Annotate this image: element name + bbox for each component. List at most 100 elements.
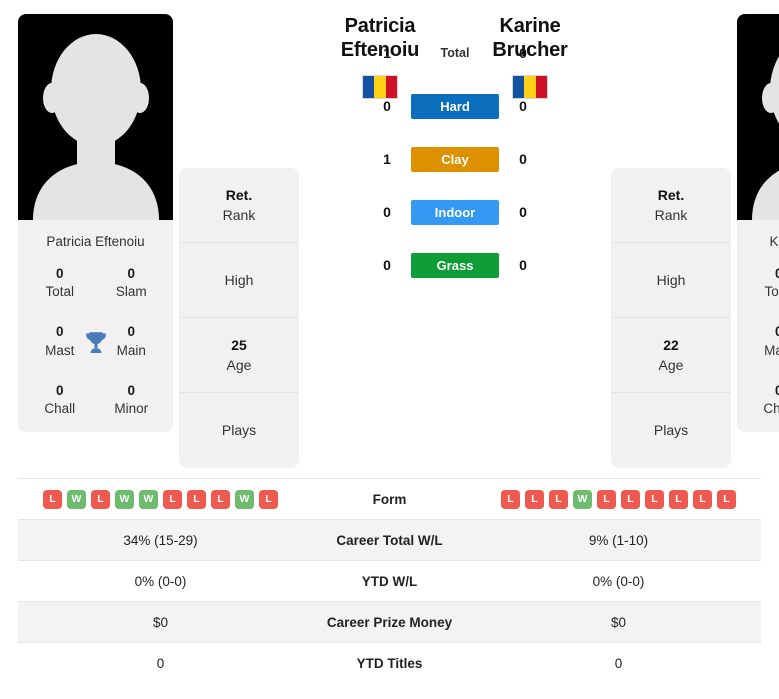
h2h-indoor-left-score: 0 <box>383 204 391 221</box>
right-info-card: Ret. Rank High 22 Age Plays <box>611 168 731 468</box>
left-info-rank-label: Rank <box>222 207 256 223</box>
right-info-high-label: High <box>656 271 686 288</box>
surface-badge-clay[interactable]: Clay <box>411 146 499 172</box>
left-form-badge-1[interactable]: W <box>67 489 86 509</box>
left-info-age-label: Age <box>226 357 252 373</box>
left-form-badge-2[interactable]: L <box>91 489 110 509</box>
table-row-career-prize-money: $0 Career Prize Money $0 <box>18 601 761 643</box>
row-label-ytd-wl: YTD W/L <box>303 560 476 602</box>
row-label-form: Form <box>303 478 476 520</box>
h2h-clay-right-score: 0 <box>519 151 527 168</box>
h2h-clay-left-score: 1 <box>383 151 391 168</box>
right-titles-total: 0 Total <box>743 265 779 301</box>
ytd-wl-right: 0% (0-0) <box>476 560 761 602</box>
surface-breakdown: 1 Total 0 0 Hard 0 1 Clay 0 0 Indoor 0 0 <box>379 41 531 278</box>
right-form-badge-6[interactable]: L <box>645 489 664 509</box>
right-form-badge-9[interactable]: L <box>717 489 736 509</box>
table-row-career-total-wl: 34% (15-29) Career Total W/L 9% (1-10) <box>18 519 761 561</box>
h2h-total-left-score: 1 <box>383 45 391 62</box>
left-form-badge-9[interactable]: L <box>259 489 278 509</box>
table-row-form: LWLWWLLLWL Form LLLWLLLLLL <box>18 478 761 520</box>
left-form-badge-3[interactable]: W <box>115 489 134 509</box>
left-titles-chall: 0 Chall <box>24 382 96 418</box>
right-info-age-label: Age <box>658 357 684 373</box>
right-info-plays: Plays <box>611 393 731 468</box>
left-titles-total-label: Total <box>45 284 75 300</box>
left-form-badge-5[interactable]: L <box>163 489 182 509</box>
row-label-ytd-titles: YTD Titles <box>303 642 476 684</box>
row-label-career-total-wl: Career Total W/L <box>303 519 476 561</box>
trophy-icon <box>85 331 106 353</box>
right-titles-mast-label: Mast <box>764 342 779 358</box>
right-info-rank-label: Rank <box>654 207 688 223</box>
right-form-badge-0[interactable]: L <box>501 489 520 509</box>
right-form-badge-3[interactable]: W <box>573 489 592 509</box>
left-form-badge-8[interactable]: W <box>235 489 254 509</box>
right-player-titles-card: Karine Brucher 0 Total 0 Slam 0 Mast 0 M… <box>737 220 779 433</box>
left-player-titles-card: Patricia Eftenoiu 0 Total 0 Slam 0 Mast … <box>18 220 173 433</box>
left-player-first-name: Patricia <box>344 15 416 37</box>
right-info-rank-value: Ret. <box>657 186 685 203</box>
ytd-titles-left: 0 <box>18 642 303 684</box>
left-form-badge-0[interactable]: L <box>43 489 62 509</box>
right-info-plays-label: Plays <box>653 422 689 439</box>
table-row-ytd-wl: 0% (0-0) YTD W/L 0% (0-0) <box>18 560 761 602</box>
left-titles-slam-label: Slam <box>115 284 147 300</box>
h2h-grass-right-score: 0 <box>519 257 527 274</box>
left-player-photo <box>18 14 173 220</box>
left-titles-total-value: 0 <box>55 266 64 281</box>
career-prize-money-left: $0 <box>18 601 303 643</box>
form-right-cell: LLLWLLLLLL <box>476 478 761 520</box>
left-form-badge-4[interactable]: W <box>139 489 158 509</box>
right-form-badge-2[interactable]: L <box>549 489 568 509</box>
right-form-badge-8[interactable]: L <box>693 489 712 509</box>
right-player-photo-card[interactable] <box>737 14 779 220</box>
right-form-badge-1[interactable]: L <box>525 489 544 509</box>
left-info-rank: Ret. Rank <box>179 168 299 243</box>
left-form-strip: LWLWWLLLWL <box>18 489 303 509</box>
h2h-indoor-right-score: 0 <box>519 204 527 221</box>
ytd-titles-right: 0 <box>476 642 761 684</box>
surface-badge-grass[interactable]: Grass <box>411 252 499 278</box>
right-form-badge-5[interactable]: L <box>621 489 640 509</box>
left-info-age: 25 Age <box>179 318 299 393</box>
left-info-high: High <box>179 243 299 318</box>
right-form-badge-4[interactable]: L <box>597 489 616 509</box>
left-player-card-name: Patricia Eftenoiu <box>46 234 145 249</box>
left-titles-grid: 0 Total 0 Slam 0 Mast 0 Main 0 Chall 0 M… <box>24 265 167 418</box>
left-form-badge-6[interactable]: L <box>187 489 206 509</box>
right-form-badge-7[interactable]: L <box>669 489 688 509</box>
h2h-hard-right-score: 0 <box>519 98 527 115</box>
career-prize-money-right: $0 <box>476 601 761 643</box>
comparison-stats-table: LWLWWLLLWL Form LLLWLLLLLL 34% (15-29) C… <box>18 478 761 684</box>
right-titles-total-value: 0 <box>774 266 779 281</box>
surface-badge-indoor[interactable]: Indoor <box>411 199 499 225</box>
player-silhouette-icon <box>32 34 159 220</box>
left-titles-total: 0 Total <box>24 265 96 301</box>
h2h-total-right-score: 0 <box>519 45 527 62</box>
surface-badge-hard[interactable]: Hard <box>411 93 499 119</box>
player-comparison-header: Patricia Eftenoiu 0 Total 0 Slam 0 Mast … <box>0 0 779 470</box>
right-player-card-name: Karine Brucher <box>769 234 779 249</box>
right-titles-grid: 0 Total 0 Slam 0 Mast 0 Main 0 Chall <box>743 265 779 418</box>
left-titles-minor: 0 Minor <box>96 382 168 418</box>
left-form-badge-7[interactable]: L <box>211 489 230 509</box>
left-info-card: Ret. Rank High 25 Age Plays <box>179 168 299 468</box>
right-titles-chall: 0 Chall <box>743 382 779 418</box>
surface-badge-total: Total <box>440 46 470 61</box>
left-player-photo-card[interactable] <box>18 14 173 220</box>
left-titles-slam: 0 Slam <box>96 265 168 301</box>
left-info-plays: Plays <box>179 393 299 468</box>
right-player-info-column: Ret. Rank High 22 Age Plays <box>611 14 731 468</box>
left-titles-minor-label: Minor <box>114 401 149 417</box>
career-total-wl-right: 9% (1-10) <box>476 519 761 561</box>
right-info-age-value: 22 <box>663 336 679 353</box>
right-titles-total-label: Total <box>764 284 779 300</box>
row-label-career-prize-money: Career Prize Money <box>303 601 476 643</box>
right-player-column: Karine Brucher 0 Total 0 Slam 0 Mast 0 M… <box>737 14 779 433</box>
right-info-rank: Ret. Rank <box>611 168 731 243</box>
right-titles-chall-label: Chall <box>763 401 779 417</box>
left-info-plays-label: Plays <box>221 422 257 439</box>
right-titles-mast: 0 Mast <box>743 323 779 359</box>
right-info-age: 22 Age <box>611 318 731 393</box>
